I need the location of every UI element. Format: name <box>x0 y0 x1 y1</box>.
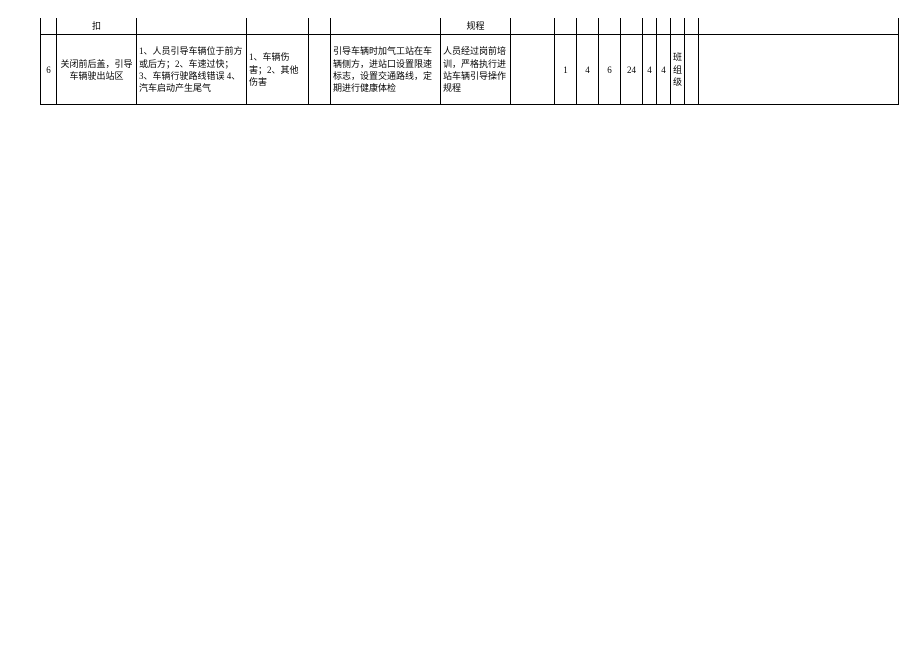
cell: 规程 <box>441 18 511 35</box>
cell <box>699 35 899 105</box>
cell <box>511 18 555 35</box>
cell-score: 4 <box>657 35 671 105</box>
cell <box>309 35 331 105</box>
cell <box>555 18 577 35</box>
cell: 扣 <box>57 18 137 35</box>
table-container: 扣 规程 6 关闭前后盖，引导车辆驶出站区 1、人员引导车辆位于前方或后方；2、… <box>40 18 920 105</box>
cell-regulation: 人员经过岗前培训，严格执行进站车辆引导操作规程 <box>441 35 511 105</box>
cell <box>511 35 555 105</box>
cell-score: 6 <box>599 35 621 105</box>
cell-hazard: 1、人员引导车辆位于前方或后方；2、车速过快；3、车辆行驶路线错误 4、汽车启动… <box>137 35 247 105</box>
cell <box>657 18 671 35</box>
cell <box>331 18 441 35</box>
cell <box>643 18 657 35</box>
cell <box>685 35 699 105</box>
cell <box>621 18 643 35</box>
cell-score: 24 <box>621 35 643 105</box>
cell-consequence: 1、车辆伤害；2、其他伤害 <box>247 35 309 105</box>
cell <box>309 18 331 35</box>
cell <box>41 18 57 35</box>
table-row: 6 关闭前后盖，引导车辆驶出站区 1、人员引导车辆位于前方或后方；2、车速过快；… <box>41 35 899 105</box>
cell <box>685 18 699 35</box>
cell <box>247 18 309 35</box>
cell-score: 4 <box>577 35 599 105</box>
cell-activity: 关闭前后盖，引导车辆驶出站区 <box>57 35 137 105</box>
table-row: 扣 规程 <box>41 18 899 35</box>
cell-measure: 引导车辆时加气工站在车辆侧方，进站口设置限速标志，设置交通路线，定期进行健康体检 <box>331 35 441 105</box>
cell-score: 1 <box>555 35 577 105</box>
cell <box>699 18 899 35</box>
cell <box>137 18 247 35</box>
cell <box>599 18 621 35</box>
cell-score: 4 <box>643 35 657 105</box>
cell-index: 6 <box>41 35 57 105</box>
cell <box>671 18 685 35</box>
risk-table: 扣 规程 6 关闭前后盖，引导车辆驶出站区 1、人员引导车辆位于前方或后方；2、… <box>40 18 899 105</box>
cell <box>577 18 599 35</box>
cell-level: 班组级 <box>671 35 685 105</box>
